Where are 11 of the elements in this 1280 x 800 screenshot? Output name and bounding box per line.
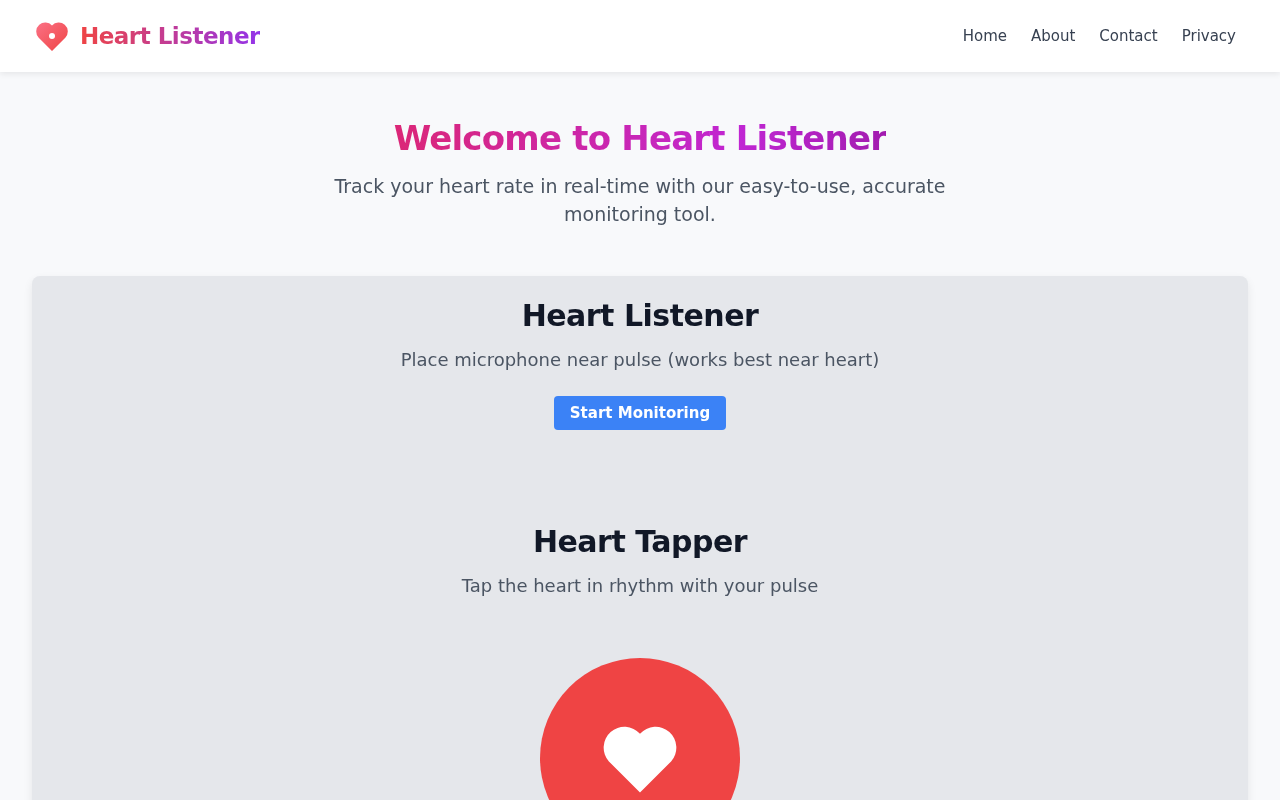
nav-link[interactable]: About xyxy=(1030,27,1076,45)
section-hint: Tap the heart in rhythm with your pulse xyxy=(461,575,819,596)
start-monitoring-button[interactable]: Start Monitoring xyxy=(553,396,727,431)
section-hint: Place microphone near pulse (works best near heart) xyxy=(400,349,880,370)
hero-subtitle: Track your heart rate in real-time with our easy-to-use, accurate monitoring tool. xyxy=(333,174,947,227)
heart-logo-icon xyxy=(34,19,70,53)
nav-link[interactable]: Home xyxy=(962,27,1007,45)
section-title: Heart Listener xyxy=(521,298,759,333)
nav-link[interactable]: Contact xyxy=(1099,27,1158,45)
section-title: Heart Tapper xyxy=(532,524,748,559)
nav-link[interactable]: Privacy xyxy=(1181,27,1236,45)
